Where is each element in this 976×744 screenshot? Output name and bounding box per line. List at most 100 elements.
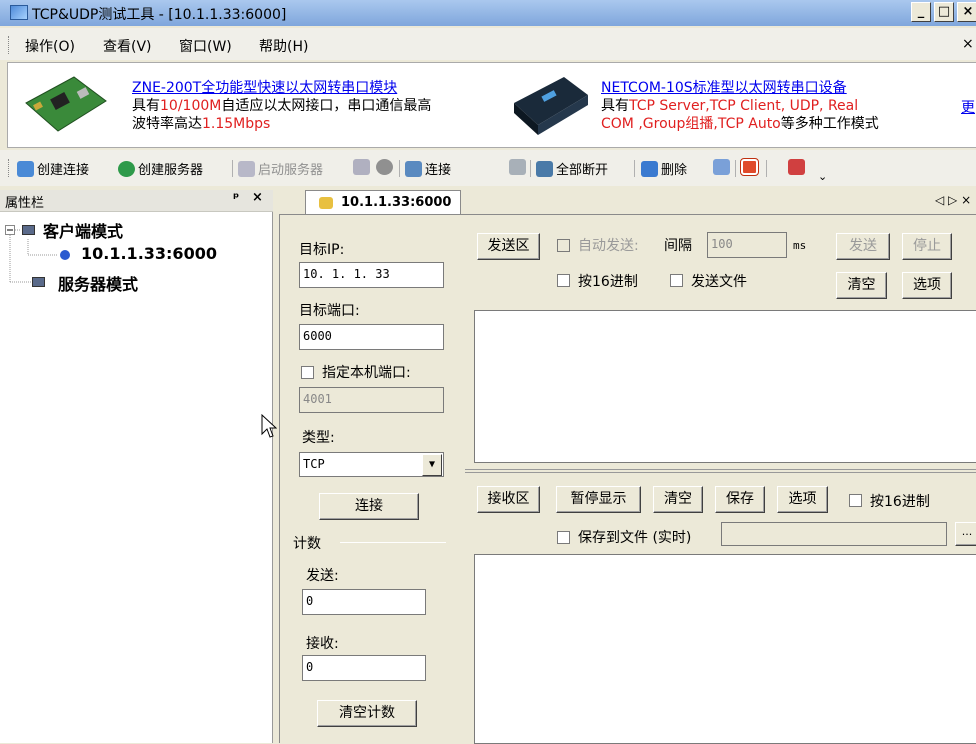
connect-button[interactable]: 连接 — [405, 159, 451, 178]
server-start-icon — [238, 160, 255, 177]
netcom-device-image — [508, 69, 594, 139]
recv-clear-button[interactable]: 清空 — [653, 486, 703, 513]
send-count-field[interactable]: 0 — [302, 589, 426, 615]
browse-button[interactable]: ... — [955, 522, 976, 546]
save-to-file-checkbox[interactable] — [557, 531, 570, 544]
tree-server-mode[interactable]: 服务器模式 — [58, 271, 138, 295]
toolbar-separator — [735, 160, 736, 177]
type-label: 类型: — [302, 430, 335, 446]
toolbar-separator — [766, 160, 767, 177]
local-port-checkbox[interactable] — [301, 366, 314, 379]
create-server-button[interactable]: 创建服务器 — [118, 159, 203, 178]
recv-count-label: 接收: — [306, 636, 339, 652]
mode-tree: 客户端模式 10.1.1.33:6000 服务器模式 — [0, 212, 273, 743]
minimize-button[interactable]: _ — [911, 2, 931, 22]
send-area-button[interactable]: 发送区 — [477, 233, 540, 260]
recv-area-button[interactable]: 接收区 — [477, 486, 540, 513]
app-icon — [10, 5, 28, 20]
connect-icon — [405, 160, 422, 177]
delete-icon — [641, 160, 658, 177]
ad-link-netcom10s[interactable]: NETCOM-10S标准型以太网转串口设备 — [601, 77, 847, 97]
menu-help[interactable]: 帮助(H) — [259, 36, 308, 56]
new-connection-icon — [17, 160, 34, 177]
count-group-divider — [340, 542, 446, 543]
title-bar: TCP&UDP测试工具 - [10.1.1.33:6000] _ □ × — [0, 0, 976, 26]
menu-view[interactable]: 查看(V) — [103, 36, 152, 56]
send-count-label: 发送: — [306, 568, 339, 584]
pin-icon[interactable]: ᵖ — [233, 191, 239, 206]
toolbar-separator — [399, 160, 400, 177]
chevron-down-icon[interactable]: ▼ — [422, 454, 442, 476]
menu-window[interactable]: 窗口(W) — [179, 36, 232, 56]
close-circle-icon[interactable] — [376, 159, 393, 175]
splitter[interactable] — [465, 469, 976, 473]
server-stop-icon[interactable] — [353, 159, 370, 175]
target-port-field[interactable]: 6000 — [299, 324, 444, 350]
count-group-label: 计数 — [293, 536, 321, 552]
create-connection-button[interactable]: 创建连接 — [17, 159, 89, 178]
delete-all-icon[interactable] — [713, 159, 730, 175]
tree-client-mode[interactable]: 客户端模式 — [43, 218, 123, 242]
ad-more-link[interactable]: 更 — [961, 97, 975, 117]
tab-nav-arrows[interactable]: ◁ ▷ × — [935, 193, 971, 207]
tree-connection-item[interactable]: 10.1.1.33:6000 — [81, 244, 217, 263]
interval-field[interactable]: 100 — [707, 232, 787, 258]
ad-link-zne200t[interactable]: ZNE-200T全功能型快速以太网转串口模块 — [132, 77, 397, 97]
connection-panel: 目标IP: 10. 1. 1. 33 目标端口: 6000 指定本机端口: 40… — [279, 214, 976, 744]
globe-icon — [118, 160, 135, 177]
connection-tab-icon — [319, 197, 333, 209]
menu-bar: 操作(O) 查看(V) 窗口(W) 帮助(H) × — [0, 28, 976, 60]
send-file-label: 发送文件 — [691, 274, 747, 290]
save-to-file-label: 保存到文件 (实时) — [578, 530, 692, 546]
save-file-path-field[interactable] — [721, 522, 947, 546]
disconnect-icon[interactable] — [509, 159, 526, 175]
tab-connection[interactable]: 10.1.1.33:6000 — [305, 190, 461, 214]
property-panel-title: 属性栏 — [5, 196, 45, 211]
menu-close-icon[interactable]: × — [962, 36, 974, 52]
send-hex-checkbox[interactable] — [557, 274, 570, 287]
server-mode-icon — [32, 277, 45, 287]
client-mode-icon — [22, 225, 35, 235]
mouse-cursor-icon — [261, 414, 277, 438]
auto-send-checkbox[interactable] — [557, 239, 570, 252]
recv-text-area[interactable] — [474, 554, 976, 744]
maximize-button[interactable]: □ — [934, 2, 954, 22]
target-ip-field[interactable]: 10. 1. 1. 33 — [299, 262, 444, 288]
panel-close-icon[interactable]: × — [252, 190, 263, 205]
send-clear-button[interactable]: 清空 — [836, 272, 887, 299]
stop-icon[interactable] — [740, 158, 759, 176]
module-board-image — [22, 73, 108, 135]
recv-hex-checkbox[interactable] — [849, 494, 862, 507]
target-port-label: 目标端口: — [299, 303, 360, 319]
property-panel-header: 属性栏 ᵖ × — [0, 190, 273, 212]
send-text-area[interactable] — [474, 310, 976, 463]
target-ip-label: 目标IP: — [299, 242, 345, 258]
ad2-desc-line2: COM ,Group组播,TCP Auto等多种工作模式 — [601, 116, 879, 132]
menu-operate[interactable]: 操作(O) — [25, 36, 75, 56]
document-tab-strip: 10.1.1.33:6000 ◁ ▷ × — [275, 190, 976, 214]
send-button[interactable]: 发送 — [836, 233, 890, 260]
toolbar-separator — [634, 160, 635, 177]
help-icon[interactable] — [788, 159, 805, 175]
stop-button[interactable]: 停止 — [902, 233, 952, 260]
send-file-checkbox[interactable] — [670, 274, 683, 287]
delete-button[interactable]: 删除 — [641, 159, 687, 178]
toolbar-overflow-icon[interactable]: ⌄ — [818, 170, 827, 183]
connect-button-main[interactable]: 连接 — [319, 493, 419, 520]
ad-banner: ZNE-200T全功能型快速以太网转串口模块 具有10/100M自适应以太网接口… — [7, 62, 976, 148]
send-options-button[interactable]: 选项 — [902, 272, 952, 299]
local-port-field[interactable]: 4001 — [299, 387, 444, 413]
start-server-button[interactable]: 启动服务器 — [238, 159, 323, 178]
type-select[interactable]: TCP ▼ — [299, 452, 444, 477]
close-button[interactable]: × — [957, 2, 976, 22]
recv-save-button[interactable]: 保存 — [715, 486, 765, 513]
recv-options-button[interactable]: 选项 — [777, 486, 828, 513]
recv-count-field[interactable]: 0 — [302, 655, 426, 681]
connection-status-icon — [60, 250, 70, 260]
disconnect-all-button[interactable]: 全部断开 — [536, 159, 608, 178]
toolbar-grip — [8, 159, 11, 177]
clear-count-button[interactable]: 清空计数 — [317, 700, 417, 727]
pause-display-button[interactable]: 暂停显示 — [556, 486, 641, 513]
interval-unit: ms — [793, 239, 807, 252]
toolbar-separator — [530, 160, 531, 177]
